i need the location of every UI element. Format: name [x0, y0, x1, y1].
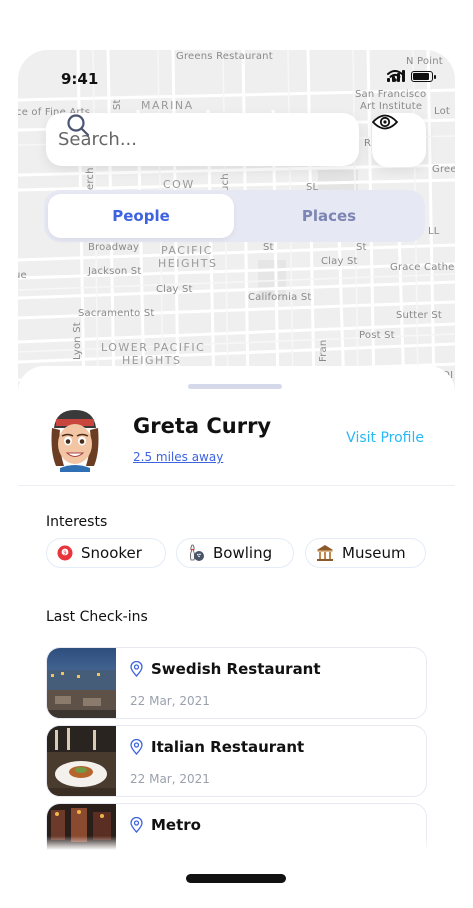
status-icons: [387, 70, 436, 82]
map-label: Sacramento St: [78, 308, 155, 319]
map-label: Clay St: [321, 256, 358, 267]
map-label: St: [263, 242, 274, 253]
avatar: [51, 410, 99, 472]
map-label: R: [364, 138, 372, 149]
map-label: Gree: [432, 164, 455, 175]
map[interactable]: Greens Restaurant N Point San Francisco …: [18, 50, 455, 390]
battery-icon: [411, 70, 436, 82]
interests-title: Interests: [46, 514, 108, 530]
location-pin-icon: [130, 739, 143, 755]
map-label: Grace Cathed: [390, 262, 455, 273]
map-label: San Francisco: [355, 89, 427, 100]
map-label: Post St: [359, 330, 395, 341]
map-label: ue: [18, 270, 27, 281]
visibility-button[interactable]: [372, 113, 426, 167]
wifi-icon: [387, 70, 403, 82]
checkins-title: Last Check-ins: [46, 609, 148, 625]
phone-screen: Greens Restaurant N Point San Francisco …: [18, 50, 455, 850]
checkin-name: Swedish Restaurant: [151, 660, 321, 678]
interest-chip-museum[interactable]: Museum: [305, 538, 426, 568]
checkin-date: 22 Mar, 2021: [130, 772, 210, 786]
map-label: Art Institute: [360, 101, 423, 112]
visit-profile-button[interactable]: Visit Profile: [346, 430, 424, 446]
map-label: LOWER PACIFIC: [101, 341, 206, 354]
checkin-item[interactable]: Italian Restaurant 22 Mar, 2021: [46, 725, 427, 797]
interest-chip-bowling[interactable]: Bowling: [176, 538, 294, 568]
map-label: Lot: [434, 106, 451, 117]
search-bar[interactable]: [46, 113, 359, 166]
map-label: Greens Restaurant: [176, 51, 273, 62]
map-label: St: [356, 242, 367, 253]
location-pin-icon: [130, 661, 143, 677]
status-time: 9:41: [61, 70, 99, 88]
map-label: Jackson St: [88, 266, 142, 277]
sheet-drag-handle[interactable]: [188, 384, 282, 389]
people-places-toggle: People Places: [44, 190, 425, 242]
divider: [18, 485, 455, 486]
scroll-fade: [18, 836, 455, 850]
snooker-ball-icon: 9: [57, 545, 73, 561]
interest-chip-snooker[interactable]: 9 Snooker: [46, 538, 166, 568]
map-label: MARINA: [141, 99, 194, 112]
checkin-item[interactable]: Swedish Restaurant 22 Mar, 2021: [46, 647, 427, 719]
tab-places[interactable]: Places: [236, 194, 422, 238]
map-label: HEIGHTS: [158, 257, 218, 270]
profile-distance[interactable]: 2.5 miles away: [133, 450, 223, 464]
bowling-icon: [187, 544, 205, 562]
map-label: erch: [85, 167, 96, 190]
interest-label: Museum: [342, 544, 406, 562]
checkin-photo: [47, 726, 116, 796]
interest-label: Bowling: [213, 544, 273, 562]
tab-people[interactable]: People: [48, 194, 234, 238]
checkin-name: Metro: [151, 816, 201, 834]
checkin-photo: [47, 648, 116, 718]
map-label: N Point: [406, 56, 443, 67]
eye-icon: [372, 114, 398, 130]
map-label: California St: [248, 292, 312, 303]
map-label: Sutter St: [396, 310, 443, 321]
museum-icon: [316, 544, 334, 562]
map-label: Clay St: [156, 284, 193, 295]
checkin-name: Italian Restaurant: [151, 738, 305, 756]
map-label: Broadway: [88, 242, 140, 253]
profile-sheet: Greta Curry 2.5 miles away Visit Profile…: [18, 366, 455, 850]
map-label: Fran: [318, 339, 329, 362]
checkin-date: 22 Mar, 2021: [130, 694, 210, 708]
svg-text:9: 9: [63, 550, 66, 556]
location-pin-icon: [130, 817, 143, 833]
profile-name: Greta Curry: [133, 414, 272, 438]
home-indicator[interactable]: [186, 874, 286, 883]
interest-label: Snooker: [81, 544, 142, 562]
map-label: St: [112, 99, 123, 110]
map-label: LL: [428, 226, 440, 237]
map-label: PACIFIC: [161, 244, 213, 257]
search-icon: [67, 114, 90, 137]
map-label: Lyon St: [72, 322, 83, 360]
